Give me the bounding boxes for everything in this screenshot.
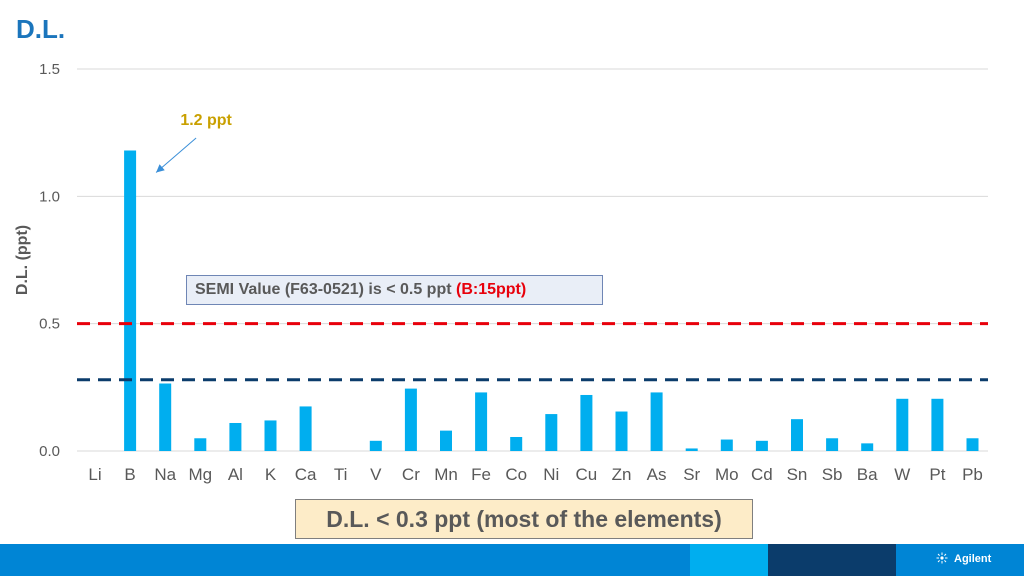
dl-summary-note: D.L. < 0.3 ppt (most of the elements) [295, 499, 753, 539]
footer-light-segment [690, 544, 768, 576]
bar-K [264, 420, 277, 451]
footer-dark-segment [768, 544, 896, 576]
semi-value-highlight: (B:15ppt) [456, 281, 527, 298]
x-tick-label: Sr [683, 465, 700, 484]
x-tick-label: V [370, 465, 382, 484]
x-tick-label: Li [88, 465, 101, 484]
bar-Pt [931, 398, 944, 451]
bar-Co [510, 436, 523, 451]
x-tick-label: Mn [434, 465, 458, 484]
x-tick-label: Mo [715, 465, 739, 484]
x-tick-label: Fe [471, 465, 491, 484]
spark-icon [936, 552, 948, 564]
x-tick-label: Cr [402, 465, 420, 484]
x-tick-label: W [894, 465, 910, 484]
bar-Fe [475, 392, 488, 451]
bar-Zn [615, 411, 628, 451]
y-tick-label: 1.5 [39, 61, 60, 78]
x-tick-labels: Li B Na Mg Al K Ca Ti V Cr Mn Fe Co Ni Cu Zn As Sr Mo Cd Sn S… [88, 465, 983, 484]
bar-Al [229, 422, 242, 451]
bar-Cr [404, 388, 417, 451]
bar-Mn [440, 430, 452, 451]
x-tick-label: Pt [929, 465, 945, 484]
x-tick-label: As [647, 465, 667, 484]
bar-Ba [861, 443, 874, 451]
bar-Na [159, 383, 172, 451]
x-tick-label: Ca [295, 465, 317, 484]
bar-Sb [826, 438, 839, 451]
y-axis-label: D.L. (ppt) [14, 225, 31, 295]
semi-value-text: SEMI Value (F63-0521) is < 0.5 ppt [195, 281, 456, 298]
x-tick-label: Cd [751, 465, 773, 484]
x-tick-label: B [124, 465, 135, 484]
bar-Cu [580, 394, 593, 451]
x-tick-label: Ba [857, 465, 878, 484]
y-tick-label: 1.0 [39, 188, 60, 205]
bar-B [124, 150, 137, 451]
bar-Sn [791, 419, 803, 451]
bar-Mo [720, 439, 733, 451]
semi-value-note: SEMI Value (F63-0521) is < 0.5 ppt (B:15… [186, 275, 603, 305]
bar-Mg [194, 438, 207, 451]
bar-As [650, 392, 663, 451]
bar-Pb [966, 438, 979, 451]
y-tick-label: 0.5 [39, 316, 60, 333]
footer-bar: Agilent [0, 544, 1024, 576]
x-tick-label: Al [228, 465, 243, 484]
x-tick-label: Ni [543, 465, 559, 484]
bar-chart: 0.0 0.5 1.0 1.5 Li B Na Mg Al K Ca Ti V Cr Mn Fe Co Ni Cu… [14, 61, 988, 484]
x-tick-label: Sb [822, 465, 843, 484]
x-tick-label: Cu [576, 465, 598, 484]
bar-V [369, 440, 382, 451]
y-tick-labels: 0.0 0.5 1.0 1.5 [39, 61, 60, 460]
bar-Cd [755, 440, 768, 451]
x-tick-label: K [265, 465, 277, 484]
bar-W [896, 398, 909, 451]
x-tick-label: Pb [962, 465, 983, 484]
x-tick-label: Na [154, 465, 176, 484]
bar-Ni [545, 414, 558, 451]
x-tick-label: Sn [787, 465, 808, 484]
x-tick-label: Zn [612, 465, 632, 484]
annotations: 1.2 ppt [155, 112, 233, 173]
x-tick-label: Ti [334, 465, 348, 484]
reference-lines [77, 322, 988, 382]
annotation-label: 1.2 ppt [180, 112, 232, 129]
x-tick-label: Co [505, 465, 527, 484]
y-tick-label: 0.0 [39, 443, 60, 460]
brand-name: Agilent [954, 553, 992, 565]
agilent-logo: Agilent [936, 552, 991, 565]
bar-Sr [685, 448, 698, 451]
x-tick-label: Mg [188, 465, 212, 484]
bar-Ca [299, 406, 312, 451]
